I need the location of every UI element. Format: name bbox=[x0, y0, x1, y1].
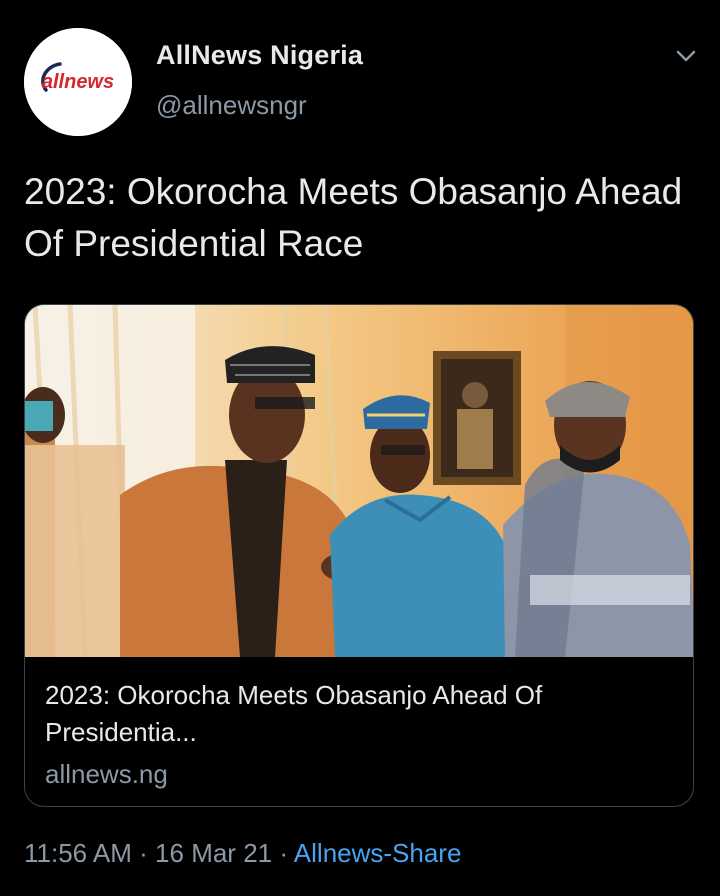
tweet-meta: 11:56 AM · 16 Mar 21 · Allnews-Share bbox=[24, 838, 461, 869]
link-card[interactable]: 2023: Okorocha Meets Obasanjo Ahead Of P… bbox=[24, 304, 694, 807]
card-domain: allnews.ng bbox=[45, 759, 168, 789]
avatar-logo-text: allnews bbox=[42, 71, 114, 93]
display-name[interactable]: AllNews Nigeria bbox=[156, 40, 363, 71]
tweet-date[interactable]: 16 Mar 21 bbox=[155, 838, 272, 868]
meta-separator: · bbox=[272, 838, 294, 868]
meta-separator: · bbox=[131, 838, 156, 868]
card-title[interactable]: 2023: Okorocha Meets Obasanjo Ahead Of P… bbox=[45, 677, 675, 751]
avatar[interactable]: allnews bbox=[24, 28, 132, 136]
tweet: allnews AllNews Nigeria @allnewsngr 2023… bbox=[0, 0, 720, 896]
chevron-down-icon[interactable] bbox=[672, 44, 700, 68]
tweet-source-link[interactable]: Allnews-Share bbox=[294, 838, 462, 868]
tweet-text: 2023: Okorocha Meets Obasanjo Ahead Of P… bbox=[24, 171, 683, 264]
tweet-time[interactable]: 11:56 AM bbox=[24, 838, 132, 868]
card-image[interactable] bbox=[25, 305, 693, 657]
photo-image-icon bbox=[25, 305, 693, 657]
handle[interactable]: @allnewsngr bbox=[156, 90, 307, 121]
allnews-logo-icon: allnews bbox=[24, 28, 132, 136]
